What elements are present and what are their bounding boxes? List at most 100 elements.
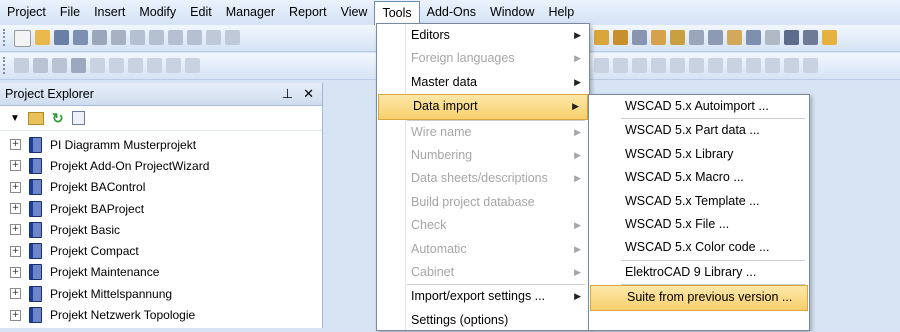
menu-item-build-project-database[interactable]: Build project database bbox=[377, 191, 589, 214]
save-all-icon[interactable] bbox=[73, 30, 88, 45]
refresh-icon[interactable]: ↻ bbox=[52, 110, 64, 127]
redo-icon[interactable] bbox=[225, 30, 240, 45]
previous-page-icon[interactable] bbox=[149, 30, 164, 45]
menu-item-data-import[interactable]: Data import ▶ bbox=[378, 94, 588, 120]
menu-item-wire-name[interactable]: Wire name ▶ bbox=[377, 121, 589, 144]
polyline-icon[interactable] bbox=[166, 58, 181, 73]
menu-item-numbering[interactable]: Numbering ▶ bbox=[377, 144, 589, 167]
expand-icon[interactable]: + bbox=[10, 160, 21, 172]
tree-item[interactable]: + Projekt BAControl bbox=[0, 177, 322, 198]
menu-item-editors[interactable]: Editors ▶ bbox=[377, 24, 589, 47]
cross-wire-icon[interactable] bbox=[632, 58, 647, 73]
menu-item-foreign-languages[interactable]: Foreign languages ▶ bbox=[377, 47, 589, 70]
menu-item-elektrocad-library[interactable]: ElektroCAD 9 Library ... bbox=[589, 261, 809, 284]
menu-tools[interactable]: Tools bbox=[374, 0, 420, 25]
menu-item-autoimport[interactable]: WSCAD 5.x Autoimport ... bbox=[589, 95, 809, 118]
menu-item-suite-previous-version[interactable]: Suite from previous version ... bbox=[590, 285, 808, 311]
menu-file[interactable]: File bbox=[53, 1, 87, 23]
tree-item[interactable]: + Projekt Add-On ProjectWizard bbox=[0, 155, 322, 176]
dimension-icon[interactable] bbox=[708, 58, 723, 73]
chart-icon[interactable] bbox=[822, 30, 837, 45]
contact-icon[interactable] bbox=[670, 30, 685, 45]
expand-icon[interactable]: + bbox=[10, 224, 21, 236]
menu-item-check[interactable]: Check ▶ bbox=[377, 214, 589, 237]
menu-modify[interactable]: Modify bbox=[132, 1, 183, 23]
image-icon[interactable] bbox=[71, 58, 86, 73]
menu-item-color-code[interactable]: WSCAD 5.x Color code ... bbox=[589, 236, 809, 259]
undo-icon[interactable] bbox=[206, 30, 221, 45]
select-pointer-icon[interactable] bbox=[14, 58, 29, 73]
menu-item-automatic[interactable]: Automatic ▶ bbox=[377, 238, 589, 261]
potential-icon[interactable] bbox=[670, 58, 685, 73]
wire-icon[interactable] bbox=[689, 30, 704, 45]
cabinet-icon[interactable] bbox=[784, 30, 799, 45]
rectangle-icon[interactable] bbox=[109, 58, 124, 73]
plug-icon[interactable] bbox=[651, 30, 666, 45]
last-page-icon[interactable] bbox=[187, 30, 202, 45]
menu-item-template[interactable]: WSCAD 5.x Template ... bbox=[589, 190, 809, 213]
tree-item[interactable]: + Projekt Maintenance bbox=[0, 262, 322, 283]
tree-item[interactable]: + Projekt Netzwerk Topologie bbox=[0, 304, 322, 325]
expand-icon[interactable]: + bbox=[10, 288, 21, 300]
new-file-icon[interactable] bbox=[14, 30, 31, 47]
cable-icon[interactable] bbox=[632, 30, 647, 45]
frame-icon[interactable] bbox=[727, 58, 742, 73]
open-folder-icon[interactable] bbox=[35, 30, 50, 45]
menu-item-library[interactable]: WSCAD 5.x Library bbox=[589, 143, 809, 166]
grid-icon[interactable] bbox=[746, 58, 761, 73]
menu-window[interactable]: Window bbox=[483, 1, 541, 23]
dropdown-arrow-icon[interactable]: ▼ bbox=[10, 113, 20, 124]
arc-icon[interactable] bbox=[147, 58, 162, 73]
node-icon[interactable] bbox=[185, 58, 200, 73]
first-page-icon[interactable] bbox=[130, 30, 145, 45]
menu-item-part-data[interactable]: WSCAD 5.x Part data ... bbox=[589, 119, 809, 142]
menu-insert[interactable]: Insert bbox=[87, 1, 132, 23]
diagonal-wire-icon[interactable] bbox=[613, 58, 628, 73]
menu-item-import-export-settings[interactable]: Import/export settings ... ▶ bbox=[377, 285, 589, 308]
save-icon[interactable] bbox=[54, 30, 69, 45]
connection-icon[interactable] bbox=[594, 58, 609, 73]
macro-icon[interactable] bbox=[746, 30, 761, 45]
zoom-icon[interactable] bbox=[784, 58, 799, 73]
text-style-icon[interactable] bbox=[52, 58, 67, 73]
tree-item[interactable]: + Projekt Basic bbox=[0, 219, 322, 240]
expand-icon[interactable]: + bbox=[10, 181, 21, 193]
menu-help[interactable]: Help bbox=[541, 1, 581, 23]
menu-manager[interactable]: Manager bbox=[219, 1, 282, 23]
menu-item-cabinet[interactable]: Cabinet ▶ bbox=[377, 261, 589, 284]
menu-item-settings[interactable]: Settings (options) bbox=[377, 309, 589, 332]
bridge-icon[interactable] bbox=[651, 58, 666, 73]
print-icon[interactable] bbox=[111, 30, 126, 45]
terminal-icon[interactable] bbox=[613, 30, 628, 45]
copy-icon[interactable] bbox=[71, 111, 85, 125]
menu-project[interactable]: Project bbox=[0, 1, 53, 23]
module-icon[interactable] bbox=[765, 30, 780, 45]
menu-report[interactable]: Report bbox=[282, 1, 334, 23]
expand-icon[interactable]: + bbox=[10, 245, 21, 257]
circle-icon[interactable] bbox=[128, 58, 143, 73]
menu-view[interactable]: View bbox=[334, 1, 375, 23]
folder-icon[interactable] bbox=[27, 111, 44, 125]
menu-item-data-sheets[interactable]: Data sheets/descriptions ▶ bbox=[377, 167, 589, 190]
symbol-icon[interactable] bbox=[708, 30, 723, 45]
menu-item-master-data[interactable]: Master data ▶ bbox=[377, 71, 589, 94]
expand-icon[interactable]: + bbox=[10, 309, 21, 321]
tree-item[interactable]: + Projekt Compact bbox=[0, 240, 322, 261]
expand-icon[interactable]: + bbox=[10, 139, 21, 151]
expand-icon[interactable]: + bbox=[10, 203, 21, 215]
tree-item[interactable]: + Projekt Mittelspannung bbox=[0, 283, 322, 304]
next-page-icon[interactable] bbox=[168, 30, 183, 45]
menu-edit[interactable]: Edit bbox=[183, 1, 219, 23]
device-icon[interactable] bbox=[594, 30, 609, 45]
menu-item-macro[interactable]: WSCAD 5.x Macro ... bbox=[589, 166, 809, 189]
properties-icon[interactable] bbox=[92, 30, 107, 45]
toolbar-grip[interactable] bbox=[3, 57, 8, 74]
close-icon[interactable]: ✕ bbox=[303, 83, 314, 105]
fit-icon[interactable] bbox=[803, 58, 818, 73]
report-icon[interactable] bbox=[803, 30, 818, 45]
expand-icon[interactable]: + bbox=[10, 266, 21, 278]
toolbar-grip[interactable] bbox=[3, 29, 8, 46]
part-icon[interactable] bbox=[727, 30, 742, 45]
text-icon[interactable] bbox=[33, 58, 48, 73]
marker-icon[interactable] bbox=[689, 58, 704, 73]
